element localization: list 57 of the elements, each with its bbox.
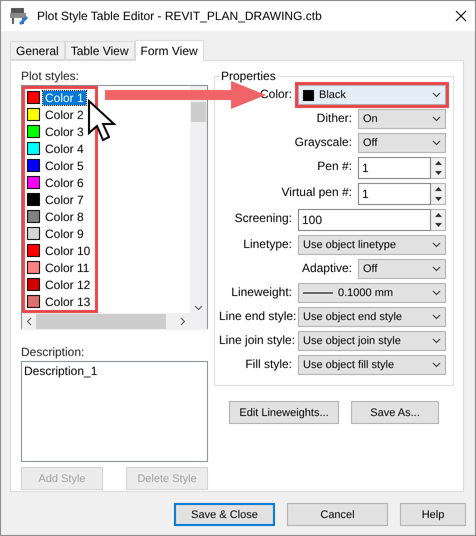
dropdown[interactable]: Off (358, 133, 446, 153)
dropdown[interactable]: Use object join style (298, 331, 446, 351)
dropdown-value: Use object end style (303, 311, 404, 323)
dropdown[interactable]: Use object end style (298, 307, 446, 327)
list-item[interactable]: Color 2 (43, 108, 86, 122)
description-label: Description: (21, 345, 86, 359)
list-item[interactable]: Color 10 (43, 244, 92, 258)
property-label: Lineweight: (230, 284, 292, 299)
dropdown[interactable]: Use object fill style (298, 355, 446, 375)
window-title: Plot Style Table Editor - REVIT_PLAN_DRAWING.ctb (37, 9, 323, 23)
list-item[interactable]: Color 6 (43, 176, 86, 190)
dialog-button[interactable]: Help (400, 503, 466, 526)
dropdown-value: 0.1000 mm (338, 287, 394, 299)
dropdown[interactable]: Use object linetype (298, 235, 446, 255)
list-item[interactable]: Color 7 (43, 192, 86, 206)
dropdown-value: Use object fill style (303, 359, 396, 371)
list-item[interactable]: Color 4 (43, 142, 86, 156)
dropdown-value: Use object linetype (303, 239, 397, 251)
dialog-button[interactable]: Save & Close (174, 503, 275, 526)
list-item[interactable]: Color 12 (43, 278, 92, 292)
property-button[interactable]: Save As... (351, 401, 439, 424)
property-label: Fill style: (244, 356, 292, 371)
list-item[interactable]: Color 8 (43, 210, 86, 224)
tab[interactable]: General (10, 41, 65, 60)
dropdown-value: Use object join style (303, 335, 402, 347)
property-label: Adaptive: (300, 260, 352, 275)
property-label: Dither: (316, 110, 352, 125)
property-label: Grayscale: (294, 134, 352, 149)
group-title: Properties (220, 69, 277, 83)
property-label: Line join style: (219, 332, 292, 347)
list-item[interactable]: Color 11 (43, 260, 92, 274)
list-label: Plot styles: (21, 69, 80, 83)
dropdown[interactable]: On (358, 109, 446, 129)
number-field[interactable]: 1 (358, 183, 431, 205)
property-label: Linetype: (242, 236, 292, 251)
list-item[interactable]: Color 1 (43, 90, 86, 104)
dropdown[interactable]: Black (298, 85, 446, 105)
property-label: Pen #: (316, 158, 352, 173)
property-label: Screening: (234, 210, 292, 225)
dropdown-value: Off (363, 263, 378, 275)
tab[interactable]: Table View (64, 41, 135, 60)
dropdown-value: Black (319, 89, 347, 101)
dropdown-value: On (363, 113, 379, 125)
description-field[interactable]: Description_1 (21, 361, 208, 462)
list-item[interactable]: Color 9 (43, 226, 86, 240)
property-button[interactable]: Edit Lineweights... (229, 401, 339, 424)
number-field[interactable]: 1 (358, 157, 431, 179)
dialog-button[interactable]: Cancel (287, 503, 388, 526)
property-label: Virtual pen #: (280, 184, 352, 199)
number-field[interactable]: 100 (298, 209, 431, 231)
list-item[interactable]: Color 13 (43, 294, 92, 308)
tab[interactable]: Form View (134, 40, 204, 61)
list-item[interactable]: Color 5 (43, 158, 86, 172)
dropdown[interactable]: 0.1000 mm (298, 283, 446, 303)
dropdown-value: Off (363, 137, 378, 149)
list-item[interactable]: Color 3 (43, 124, 86, 138)
dropdown[interactable]: Off (358, 259, 446, 279)
